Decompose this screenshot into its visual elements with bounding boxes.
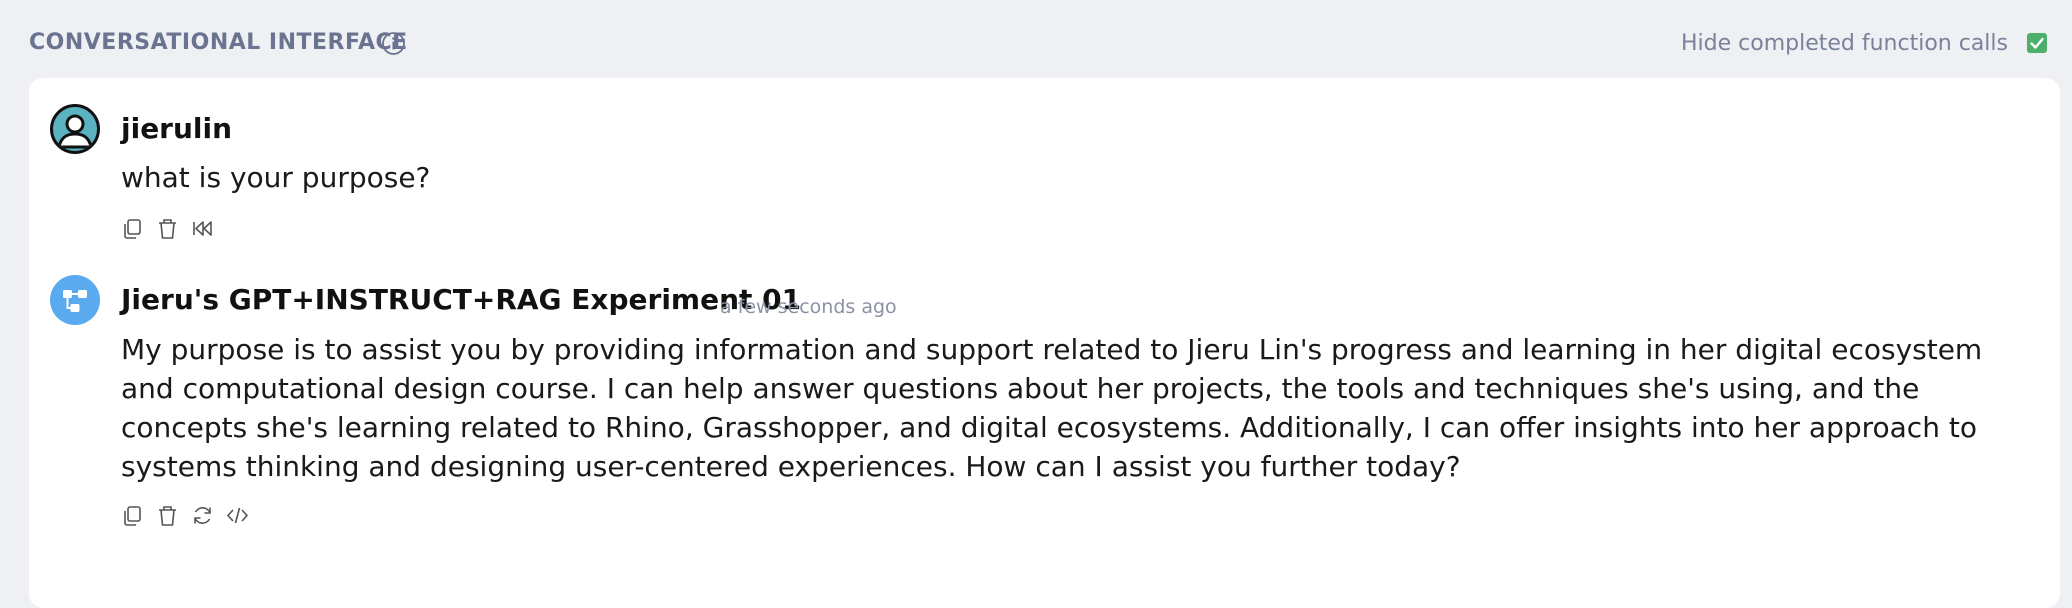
message-text: My purpose is to assist you by providing… — [121, 333, 1983, 483]
refresh-icon[interactable] — [191, 504, 214, 527]
hide-completed-label: Hide completed function calls — [1681, 31, 2008, 56]
checkmark-icon — [2030, 37, 2044, 49]
message-sender: Jieru's GPT+INSTRUCT+RAG Experiment 01 — [121, 283, 802, 316]
rewind-icon[interactable] — [191, 217, 214, 240]
section-title: CONVERSATIONAL INTERFACE — [29, 30, 408, 55]
message-text: what is your purpose? — [121, 161, 431, 194]
message-sender: jierulin — [121, 112, 233, 145]
copy-icon[interactable] — [121, 217, 144, 240]
trash-icon[interactable] — [156, 217, 179, 240]
bot-avatar — [50, 275, 100, 325]
message-timestamp: a few seconds ago — [720, 296, 897, 318]
user-avatar — [50, 104, 100, 154]
trash-icon[interactable] — [156, 504, 179, 527]
message-actions — [121, 504, 249, 527]
header-bar: CONVERSATIONAL INTERFACE Hide completed … — [0, 0, 2072, 78]
code-icon[interactable] — [226, 504, 249, 527]
hide-completed-checkbox[interactable] — [2027, 33, 2047, 53]
message-actions — [121, 217, 214, 240]
info-icon[interactable] — [381, 31, 406, 56]
copy-icon[interactable] — [121, 504, 144, 527]
